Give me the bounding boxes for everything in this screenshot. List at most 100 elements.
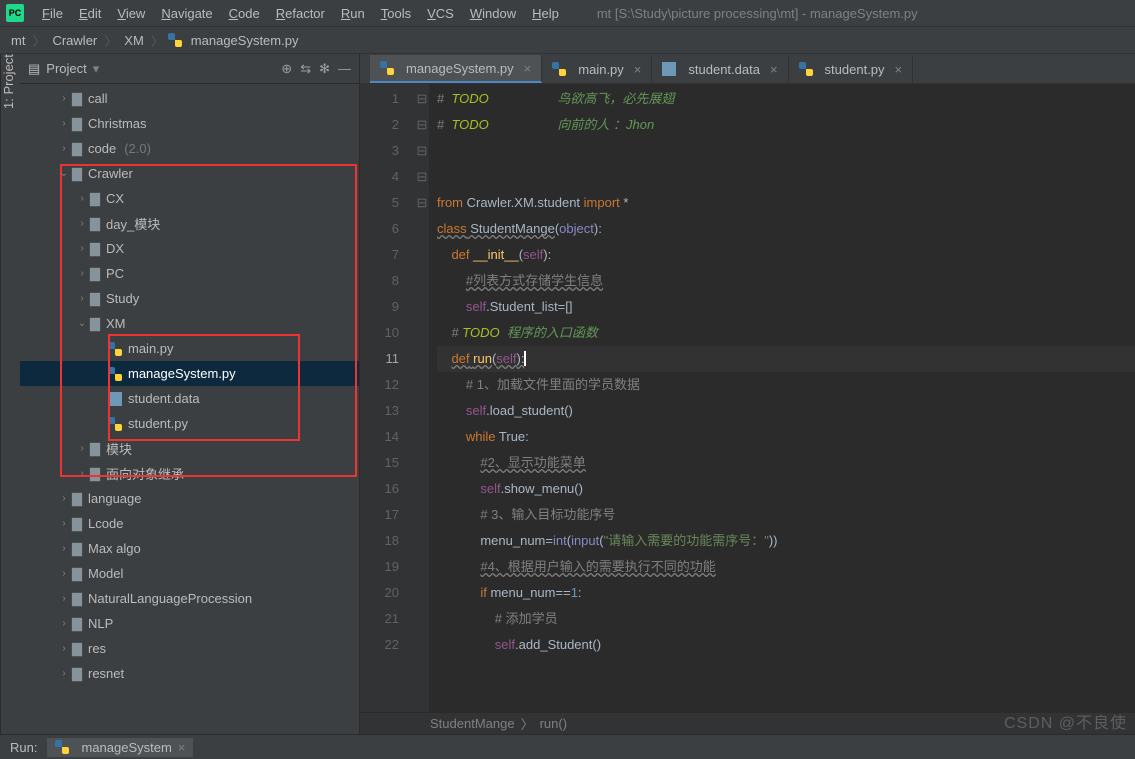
expand-arrow-icon[interactable]: › (74, 443, 90, 454)
menu-navigate[interactable]: Navigate (153, 6, 220, 21)
tab-student-py[interactable]: student.py × (789, 55, 914, 83)
side-tab-project[interactable]: 1: Project (0, 54, 20, 734)
run-label: Run: (10, 740, 37, 755)
fold-strip[interactable]: ⊟⊟ ⊟⊟ ⊟ (415, 84, 429, 712)
project-tree[interactable]: ›▇call›▇Christmas›▇code(2.0)⌄▇Crawler›▇C… (20, 84, 359, 734)
tree-row[interactable]: ›▇call (20, 86, 359, 111)
crumb-method[interactable]: run() (540, 716, 567, 731)
menubar: PC FileEditViewNavigateCodeRefactorRunTo… (0, 0, 1135, 27)
python-file-icon (55, 740, 69, 754)
tree-label: res (88, 641, 106, 656)
run-config-tab[interactable]: manageSystem × (47, 738, 193, 757)
tree-row[interactable]: ⌄▇Crawler (20, 161, 359, 186)
tree-row[interactable]: manageSystem.py (20, 361, 359, 386)
python-file-icon (108, 342, 122, 356)
tree-row[interactable]: ›▇NLP (20, 611, 359, 636)
menu-code[interactable]: Code (221, 6, 268, 21)
tab-manageSystem-py[interactable]: manageSystem.py× (370, 55, 542, 83)
folder-icon: ▇ (90, 191, 100, 207)
tree-row[interactable]: ›▇day_模块 (20, 211, 359, 236)
tree-label: Model (88, 566, 123, 581)
close-icon[interactable]: × (524, 61, 532, 76)
close-icon[interactable]: × (634, 62, 642, 77)
crumb-mt[interactable]: mt (8, 33, 28, 48)
menu-file[interactable]: File (34, 6, 71, 21)
tree-label: student.data (128, 391, 200, 406)
target-icon[interactable]: ⊕ (281, 61, 292, 77)
menu-window[interactable]: Window (462, 6, 524, 21)
expand-arrow-icon[interactable]: › (56, 643, 72, 654)
close-icon[interactable]: × (895, 62, 903, 77)
expand-arrow-icon[interactable]: › (74, 268, 90, 279)
expand-arrow-icon[interactable]: › (56, 93, 72, 104)
tree-row[interactable]: ›▇Model (20, 561, 359, 586)
crumb-xm[interactable]: XM (121, 33, 147, 48)
crumb-class[interactable]: StudentMange (430, 716, 515, 731)
close-icon[interactable]: × (178, 740, 186, 755)
tree-row[interactable]: ›▇Christmas (20, 111, 359, 136)
folder-icon: ▇ (72, 516, 82, 532)
tree-row[interactable]: ›▇面向对象继承 (20, 461, 359, 486)
tree-row[interactable]: ⌄▇XM (20, 311, 359, 336)
expand-arrow-icon[interactable]: › (56, 568, 72, 579)
tab-label: student.py (825, 62, 885, 77)
menu-vcs[interactable]: VCS (419, 6, 462, 21)
expand-arrow-icon[interactable]: ⌄ (74, 318, 90, 329)
close-icon[interactable]: × (770, 62, 778, 77)
tree-label: Max algo (88, 541, 141, 556)
tree-row[interactable]: ›▇CX (20, 186, 359, 211)
expand-arrow-icon[interactable]: › (74, 218, 90, 229)
tree-label: 模块 (106, 439, 132, 458)
expand-arrow-icon[interactable]: › (56, 593, 72, 604)
expand-arrow-icon[interactable]: › (56, 518, 72, 529)
expand-arrow-icon[interactable]: › (56, 493, 72, 504)
tab-main-py[interactable]: main.py× (542, 55, 652, 83)
tree-row[interactable]: ›▇NaturalLanguageProcession (20, 586, 359, 611)
expand-arrow-icon[interactable]: › (74, 468, 90, 479)
tree-row[interactable]: student.data (20, 386, 359, 411)
tab-student-data[interactable]: student.data× (652, 55, 788, 83)
tree-row[interactable]: ›▇Max algo (20, 536, 359, 561)
expand-arrow-icon[interactable]: › (56, 618, 72, 629)
tree-row[interactable]: student.py (20, 411, 359, 436)
dropdown-icon[interactable]: ▾ (93, 61, 100, 77)
expand-arrow-icon[interactable]: › (56, 118, 72, 129)
tree-label: manageSystem.py (128, 366, 236, 381)
editor-body[interactable]: 12345678910111213141516171819202122 ⊟⊟ ⊟… (360, 84, 1135, 712)
menu-view[interactable]: View (109, 6, 153, 21)
tree-row[interactable]: ›▇code(2.0) (20, 136, 359, 161)
expand-arrow-icon[interactable]: › (74, 193, 90, 204)
expand-arrow-icon[interactable]: › (56, 543, 72, 554)
project-panel-title[interactable]: Project (46, 61, 86, 76)
tree-row[interactable]: ›▇Lcode (20, 511, 359, 536)
gear-icon[interactable]: ✻ (319, 61, 330, 77)
minimize-icon[interactable]: — (338, 61, 351, 77)
folder-icon: ▇ (72, 666, 82, 682)
tree-row[interactable]: ›▇DX (20, 236, 359, 261)
expand-arrow-icon[interactable]: › (74, 243, 90, 254)
folder-icon: ▇ (72, 641, 82, 657)
tree-row[interactable]: main.py (20, 336, 359, 361)
python-file-icon (108, 367, 122, 381)
expand-arrow-icon[interactable]: › (56, 143, 72, 154)
tree-row[interactable]: ›▇PC (20, 261, 359, 286)
tree-row[interactable]: ›▇language (20, 486, 359, 511)
tree-label: 面向对象继承 (106, 464, 184, 483)
tree-row[interactable]: ›▇Study (20, 286, 359, 311)
expand-arrow-icon[interactable]: ⌄ (56, 168, 72, 179)
menu-tools[interactable]: Tools (373, 6, 419, 21)
crumb-crawler[interactable]: Crawler (49, 33, 100, 48)
tree-row[interactable]: ›▇ res (20, 636, 359, 661)
menu-refactor[interactable]: Refactor (268, 6, 333, 21)
expand-arrow-icon[interactable]: › (74, 293, 90, 304)
menu-edit[interactable]: Edit (71, 6, 109, 21)
expand-arrow-icon[interactable]: › (56, 668, 72, 679)
collapse-icon[interactable]: ⇆ (300, 61, 311, 77)
crumb-file[interactable]: manageSystem.py (188, 33, 302, 48)
tree-row[interactable]: ›▇resnet (20, 661, 359, 686)
python-file-icon (552, 62, 566, 76)
tree-row[interactable]: ›▇模块 (20, 436, 359, 461)
code-editor[interactable]: # TODO 鸟欲高飞，必先展翅 # TODO 向前的人 ：Jhon from … (429, 84, 1135, 712)
menu-help[interactable]: Help (524, 6, 567, 21)
menu-run[interactable]: Run (333, 6, 373, 21)
